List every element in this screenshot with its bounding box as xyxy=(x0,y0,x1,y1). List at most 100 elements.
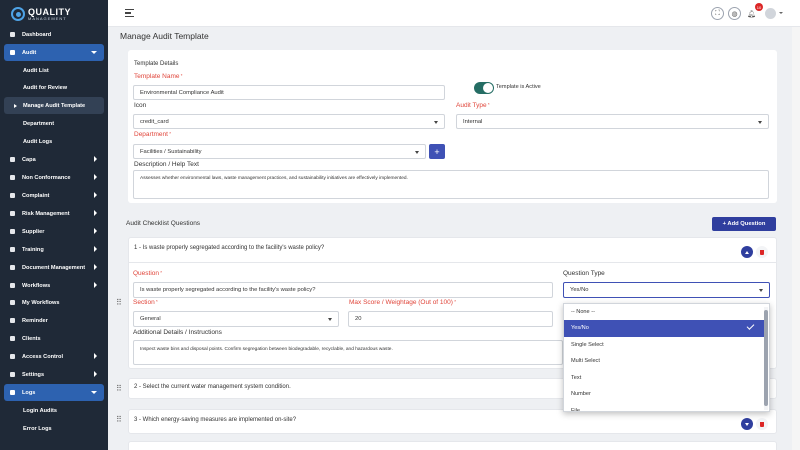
sidebar-item-risk-management[interactable]: Risk Management xyxy=(0,205,108,222)
question-2-header[interactable]: 2 - Select the current water management … xyxy=(134,384,291,390)
sidebar-item-reminder[interactable]: Reminder xyxy=(0,312,108,329)
max-score-label: Max Score / Weightage (Out of 100) xyxy=(349,299,456,306)
sidebar-item-audit-for-review[interactable]: Audit for Review xyxy=(0,79,108,96)
sidebar-nav: Dashboard Audit Audit List Audit for Rev… xyxy=(0,28,108,450)
icon-select[interactable]: credit_card xyxy=(133,114,445,129)
drag-handle-icon[interactable]: ⠿ xyxy=(116,416,122,424)
divider xyxy=(128,262,777,263)
icon-label: Icon xyxy=(134,102,147,109)
chevron-right-icon xyxy=(94,371,97,377)
dashboard-icon xyxy=(10,32,15,37)
drag-handle-icon[interactable]: ⠿ xyxy=(116,299,122,307)
sidebar-item-audit-list[interactable]: Audit List xyxy=(0,62,108,79)
chevron-down-icon[interactable] xyxy=(779,12,783,14)
audit-icon xyxy=(10,50,15,55)
warning-icon xyxy=(10,211,15,216)
sidebar-item-my-workflows[interactable]: My Workflows xyxy=(0,294,108,311)
sidebar-item-error-logs[interactable]: Error Logs xyxy=(0,420,108,437)
sidebar-item-audit[interactable]: Audit xyxy=(4,44,104,61)
notification-badge: 10 xyxy=(755,3,763,11)
sidebar-item-logs[interactable]: Logs xyxy=(4,384,104,401)
option-yes-no[interactable]: Yes/No xyxy=(564,320,764,337)
chevron-right-icon xyxy=(94,156,97,162)
chevron-right-icon xyxy=(94,282,97,288)
section-label: Section xyxy=(133,299,158,306)
details-textarea[interactable]: Inspect waste bins and disposal points. … xyxy=(133,340,563,365)
capa-icon xyxy=(10,157,15,162)
section-select[interactable]: General xyxy=(133,311,339,327)
globe-icon[interactable]: ◍ xyxy=(728,7,741,20)
max-score-input[interactable]: 20 xyxy=(348,311,553,327)
template-name-input[interactable]: Environmental Compliance Audit xyxy=(133,85,445,100)
option-number[interactable]: Number xyxy=(564,386,764,403)
drag-handle-icon[interactable]: ⠿ xyxy=(116,385,122,393)
template-name-label: Template Name xyxy=(134,73,183,80)
avatar[interactable] xyxy=(765,8,776,19)
department-select[interactable]: Facilities / Sustainability xyxy=(133,144,426,159)
logs-icon xyxy=(10,390,15,395)
truck-icon xyxy=(10,229,15,234)
template-details-title: Template Details xyxy=(134,61,179,67)
sidebar-item-supplier[interactable]: Supplier xyxy=(0,223,108,240)
collapse-button[interactable] xyxy=(741,246,753,258)
question-type-select[interactable]: Yes/No xyxy=(563,282,770,298)
option-single-select[interactable]: Single Select xyxy=(564,337,764,354)
sidebar-item-manage-audit-template[interactable]: Manage Audit Template xyxy=(4,97,104,114)
menu-collapse-icon[interactable] xyxy=(125,9,134,17)
question-type-label: Question Type xyxy=(563,270,605,277)
option-text[interactable]: Text xyxy=(564,370,764,387)
graduation-cap-icon xyxy=(10,247,15,252)
page-scrollbar[interactable] xyxy=(792,27,800,450)
question-label: Question xyxy=(133,270,162,277)
question-card-4 xyxy=(128,441,777,450)
question-3-header[interactable]: 3 - Which energy-saving measures are imp… xyxy=(134,417,296,423)
option-none[interactable]: -- None -- xyxy=(564,304,764,321)
department-label: Department xyxy=(134,131,171,138)
sidebar-item-audit-logs[interactable]: Audit Logs xyxy=(0,133,108,150)
top-bar: ⛶ ◍ 🔔︎ 10 xyxy=(108,0,800,27)
dropdown-scrollbar[interactable] xyxy=(764,307,768,410)
users-icon xyxy=(10,336,15,341)
option-file[interactable]: File xyxy=(564,403,764,411)
template-active-toggle[interactable] xyxy=(474,82,494,94)
question-input[interactable]: Is waste properly segregated according t… xyxy=(133,282,553,298)
sidebar-item-capa[interactable]: Capa xyxy=(0,151,108,168)
sidebar: QUALITY MANAGEMENT Dashboard Audit Audit… xyxy=(0,0,108,450)
audit-type-select[interactable]: Internal xyxy=(456,114,769,129)
brand-logo[interactable]: QUALITY MANAGEMENT xyxy=(0,0,108,28)
non-conformance-icon xyxy=(10,175,15,180)
scrollbar-thumb[interactable] xyxy=(764,310,768,406)
description-label: Description / Help Text xyxy=(134,161,199,168)
option-multi-select[interactable]: Multi Select xyxy=(564,353,764,370)
fullscreen-icon[interactable]: ⛶ xyxy=(711,7,724,20)
sidebar-item-access-control[interactable]: Access Control xyxy=(0,348,108,365)
chevron-right-icon xyxy=(94,353,97,359)
sidebar-item-document-management[interactable]: Document Management xyxy=(0,259,108,276)
sidebar-item-department[interactable]: Department xyxy=(0,115,108,132)
delete-question-button[interactable] xyxy=(756,246,768,258)
check-icon xyxy=(746,322,755,330)
chevron-right-icon xyxy=(94,246,97,252)
sidebar-item-non-conformance[interactable]: Non Conformance xyxy=(0,169,108,186)
sidebar-item-complaint[interactable]: Complaint xyxy=(0,187,108,204)
description-textarea[interactable]: Assesses whether environmental laws, was… xyxy=(133,170,769,199)
chevron-right-icon xyxy=(94,210,97,216)
chevron-right-icon xyxy=(94,192,97,198)
sidebar-item-login-audits[interactable]: Login Audits xyxy=(0,402,108,419)
workflow-icon xyxy=(10,283,15,288)
sidebar-item-workflows[interactable]: Workflows xyxy=(0,277,108,294)
sidebar-item-training[interactable]: Training xyxy=(0,241,108,258)
lock-icon xyxy=(10,354,15,359)
sidebar-item-settings[interactable]: Settings xyxy=(0,366,108,383)
expand-button[interactable] xyxy=(741,418,753,430)
add-department-button[interactable]: + xyxy=(429,144,445,159)
delete-question-button[interactable] xyxy=(756,418,768,430)
add-question-button[interactable]: + Add Question xyxy=(712,217,776,231)
brand-subtitle: MANAGEMENT xyxy=(28,15,67,21)
chevron-right-icon xyxy=(94,228,97,234)
sidebar-item-dashboard[interactable]: Dashboard xyxy=(0,26,108,43)
bell-icon[interactable]: 🔔︎ 10 xyxy=(745,3,763,20)
gear-icon xyxy=(10,372,15,377)
question-1-header[interactable]: 1 - Is waste properly segregated accordi… xyxy=(134,245,324,251)
sidebar-item-clients[interactable]: Clients xyxy=(0,330,108,347)
